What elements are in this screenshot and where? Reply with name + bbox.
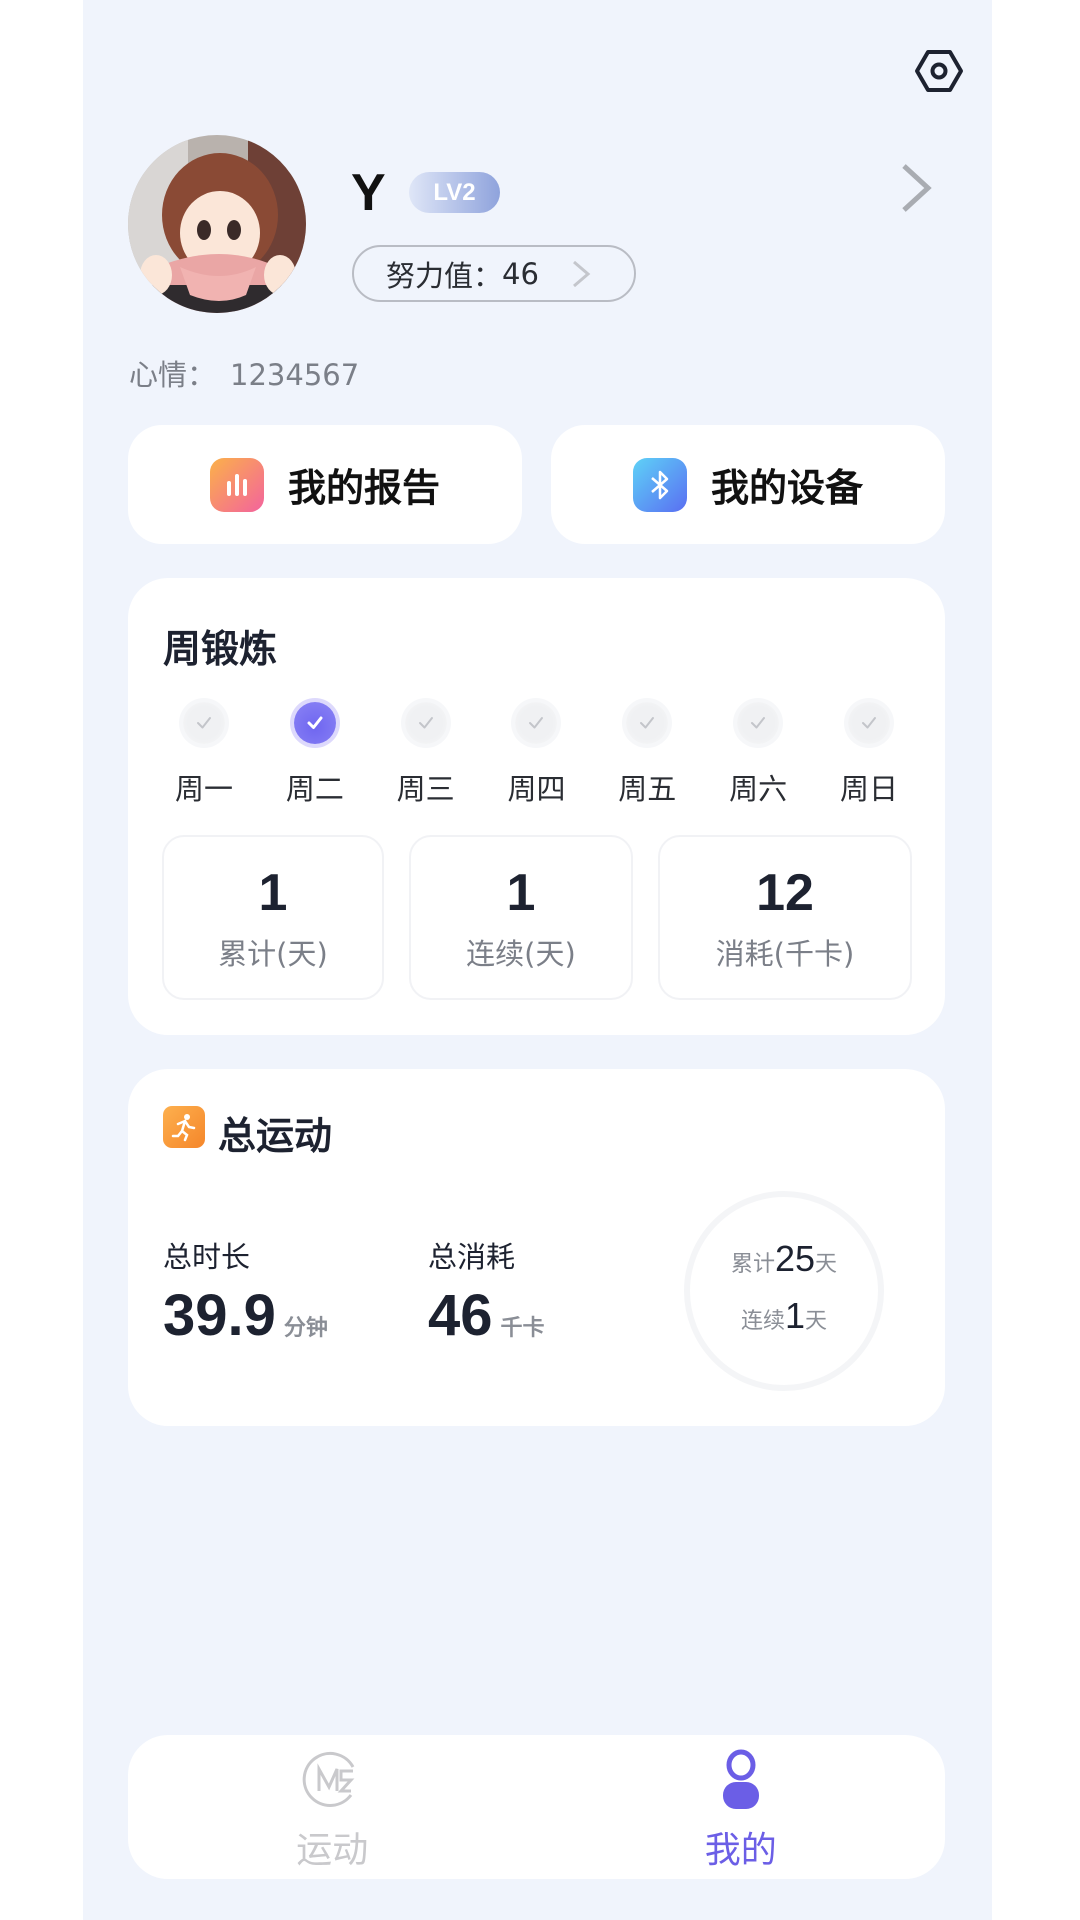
weekday-item: 周五 xyxy=(597,702,697,808)
unchecked-circle-icon xyxy=(847,702,890,744)
weekly-title: 周锻炼 xyxy=(163,627,278,671)
stat-value: 12 xyxy=(756,864,814,922)
tab-mine-label: 我的 xyxy=(704,1830,777,1871)
me-logo-icon xyxy=(302,1751,355,1807)
weekday-item: 周三 xyxy=(376,702,476,808)
calories-value: 46 xyxy=(428,1283,493,1348)
weekday-item: 周六 xyxy=(708,702,808,808)
effort-value-button[interactable]: 努力值： 46 xyxy=(352,245,636,302)
my-device-label: 我的设备 xyxy=(710,466,863,510)
profile-screen: Y LV2 努力值： 46 心情： 1234567 我的报告 我的设备 周锻炼 … xyxy=(83,0,992,1920)
mood-value: 1234567 xyxy=(230,358,360,392)
weekday-label: 周六 xyxy=(729,772,788,806)
ring-streak-value: 1 xyxy=(784,1295,806,1336)
weekday-label: 周四 xyxy=(507,772,566,806)
bottom-nav: 运动 我的 xyxy=(128,1735,945,1879)
total-duration: 总时长 39.9 分钟 xyxy=(163,1234,328,1349)
profile-detail-button[interactable] xyxy=(898,160,934,216)
level-badge: LV2 xyxy=(409,172,500,213)
bluetooth-icon xyxy=(632,457,687,512)
bar-chart-icon xyxy=(209,457,264,512)
duration-label: 总时长 xyxy=(163,1240,251,1274)
weekday-label: 周五 xyxy=(618,772,677,806)
unchecked-circle-icon xyxy=(404,702,447,744)
days-ring: 累计25天 连续1天 xyxy=(684,1191,884,1391)
weekday-label: 周二 xyxy=(285,772,344,806)
total-calories: 总消耗 46 千卡 xyxy=(428,1234,545,1349)
total-title: 总运动 xyxy=(218,1114,333,1158)
my-device-button[interactable]: 我的设备 xyxy=(551,425,945,544)
avatar[interactable] xyxy=(128,135,306,313)
username: Y xyxy=(351,164,386,222)
stat-value: 1 xyxy=(258,864,288,922)
hexagon-settings-icon xyxy=(915,50,963,92)
stat-label: 连续(天) xyxy=(466,937,576,971)
stat-streak-days: 1 连续(天) xyxy=(409,835,633,1000)
unchecked-circle-icon xyxy=(626,702,669,744)
stat-value: 1 xyxy=(506,864,536,922)
calories-label: 总消耗 xyxy=(428,1240,516,1274)
tab-exercise-label: 运动 xyxy=(296,1830,369,1871)
stat-label: 累计(天) xyxy=(218,937,328,971)
tab-mine[interactable]: 我的 xyxy=(537,1735,946,1879)
mood-text: 心情： 1234567 xyxy=(129,352,359,394)
unchecked-circle-icon xyxy=(737,702,780,744)
settings-button[interactable] xyxy=(914,46,964,96)
stat-calories: 12 消耗(千卡) xyxy=(658,835,912,1000)
effort-value: 46 xyxy=(502,256,539,291)
mood-label: 心情： xyxy=(129,358,217,392)
weekly-exercise-card: 周锻炼 周一 周二 周三 周四 周五 周六 周日 1 累计(天) 1 连续(天) 12 消耗… xyxy=(128,578,945,1035)
weekday-item: 周四 xyxy=(486,702,586,808)
duration-value: 39.9 xyxy=(163,1283,276,1348)
checked-circle-icon xyxy=(293,702,336,744)
weekday-item: 周日 xyxy=(819,702,919,808)
chevron-right-icon xyxy=(573,260,591,288)
weekday-row: 周一 周二 周三 周四 周五 周六 周日 xyxy=(154,702,919,808)
weekly-stats: 1 累计(天) 1 连续(天) 12 消耗(千卡) xyxy=(162,835,912,1000)
my-report-button[interactable]: 我的报告 xyxy=(128,425,522,544)
ring-streak-prefix: 连续 xyxy=(740,1309,785,1334)
running-icon xyxy=(163,1106,205,1148)
stat-cumulative-days: 1 累计(天) xyxy=(162,835,384,1000)
total-exercise-card: 总运动 总时长 39.9 分钟 总消耗 46 千卡 累计25天 连续1天 xyxy=(128,1069,945,1426)
duration-unit: 分钟 xyxy=(283,1315,328,1340)
weekday-item: 周二 xyxy=(265,702,365,808)
user-icon xyxy=(722,1749,759,1809)
calories-unit: 千卡 xyxy=(500,1315,545,1340)
tab-exercise[interactable]: 运动 xyxy=(128,1735,537,1879)
my-report-label: 我的报告 xyxy=(287,466,440,510)
unchecked-circle-icon xyxy=(515,702,558,744)
avatar-image xyxy=(128,135,306,313)
weekday-label: 周三 xyxy=(396,772,455,806)
ring-cumulative-suffix: 天 xyxy=(815,1252,838,1277)
weekday-item: 周一 xyxy=(154,702,254,808)
ring-cumulative-value: 25 xyxy=(774,1238,816,1279)
unchecked-circle-icon xyxy=(183,702,225,744)
ring-streak-suffix: 天 xyxy=(805,1309,828,1334)
chevron-right-icon xyxy=(902,164,932,212)
weekday-label: 周一 xyxy=(174,772,233,806)
weekday-label: 周日 xyxy=(839,772,898,806)
stat-label: 消耗(千卡) xyxy=(715,937,855,971)
ring-cumulative-prefix: 累计 xyxy=(730,1252,775,1277)
effort-label: 努力值： xyxy=(386,258,503,293)
